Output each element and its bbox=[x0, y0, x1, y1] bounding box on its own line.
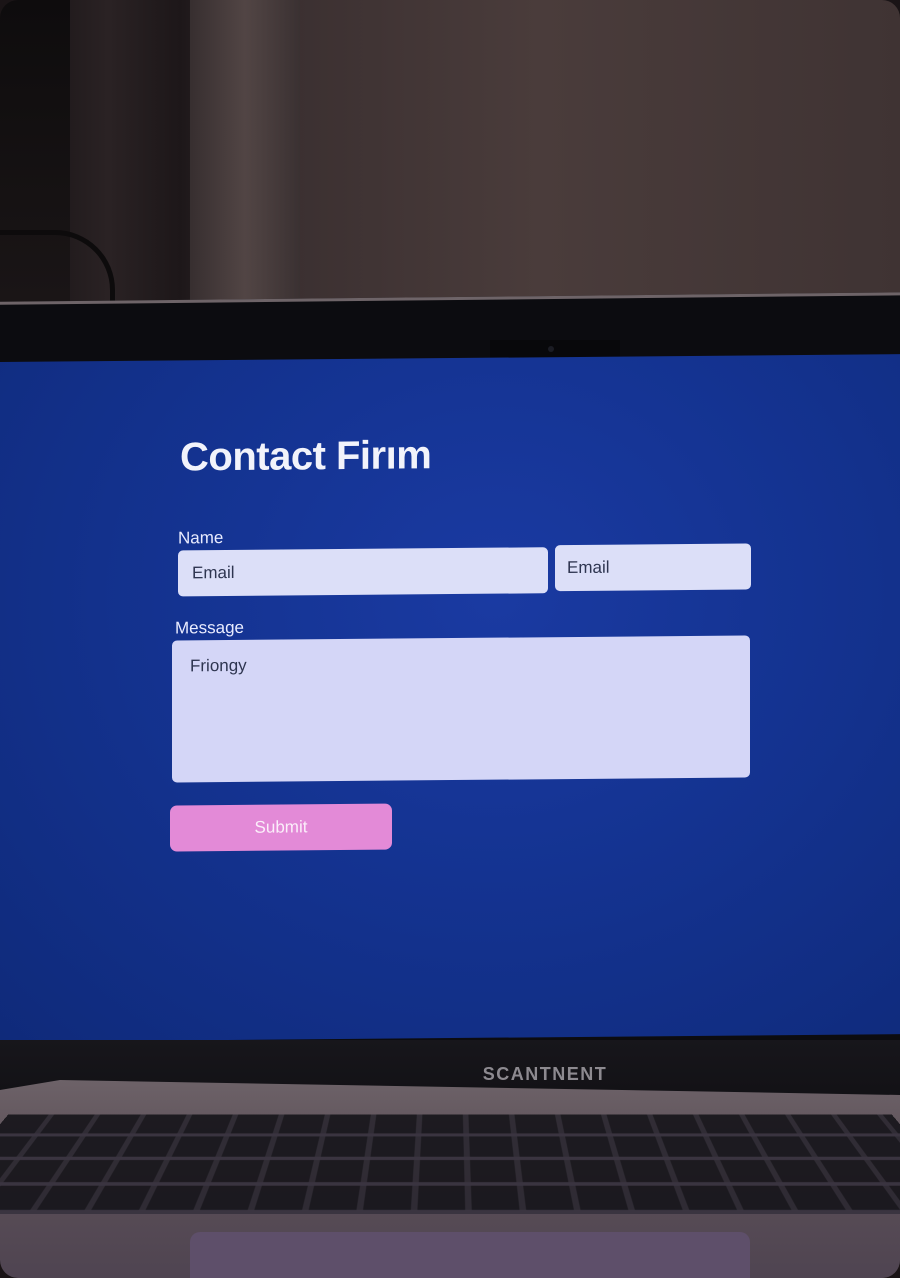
background-panel bbox=[190, 0, 300, 330]
name-input[interactable]: Email bbox=[178, 547, 548, 596]
photo-scene: Contact Firım Name Email Email Message F… bbox=[0, 0, 900, 1278]
email-input[interactable]: Email bbox=[555, 543, 751, 591]
webcam-icon bbox=[548, 346, 554, 352]
trackpad bbox=[190, 1232, 750, 1278]
name-label: Name bbox=[178, 528, 223, 548]
laptop-screen: Contact Firım Name Email Email Message F… bbox=[0, 354, 900, 1042]
submit-button-label: Submit bbox=[255, 817, 308, 837]
name-input-placeholder: Email bbox=[192, 563, 235, 583]
message-text: Friongy bbox=[190, 656, 247, 676]
submit-button[interactable]: Submit bbox=[170, 804, 392, 852]
message-textarea[interactable]: Friongy bbox=[172, 635, 750, 782]
keyboard-rows bbox=[0, 1115, 900, 1214]
email-input-placeholder: Email bbox=[567, 558, 610, 578]
message-label: Message bbox=[175, 618, 244, 639]
page-title: Contact Firım bbox=[180, 433, 431, 480]
